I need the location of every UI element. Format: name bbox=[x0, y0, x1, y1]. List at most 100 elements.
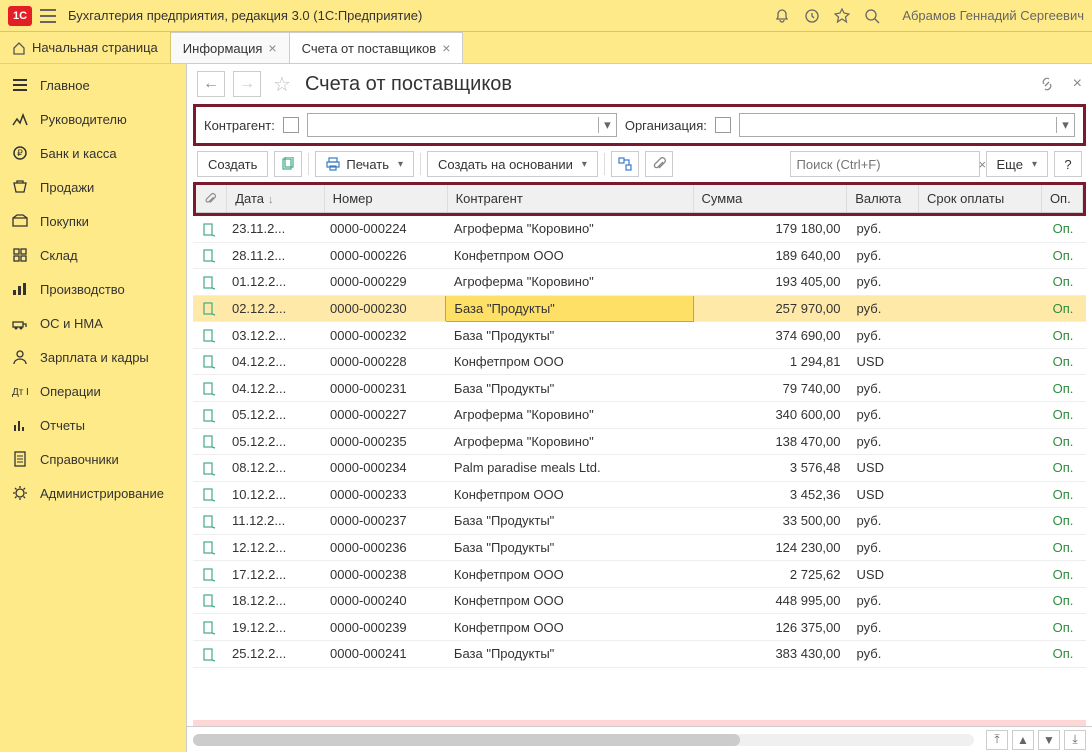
table-row[interactable]: 02.12.2...0000-000230База "Продукты"257 … bbox=[193, 295, 1086, 322]
cell-icon bbox=[193, 481, 224, 508]
print-button[interactable]: Печать ▾ bbox=[315, 151, 414, 177]
cell-date: 18.12.2... bbox=[224, 587, 322, 614]
organization-checkbox[interactable] bbox=[715, 117, 731, 133]
sidebar-item-8[interactable]: Зарплата и кадры bbox=[0, 340, 186, 374]
nav-back-button[interactable]: ← bbox=[197, 71, 225, 97]
sidebar-item-0[interactable]: Главное bbox=[0, 68, 186, 102]
organization-input[interactable] bbox=[740, 114, 1056, 136]
main-menu-icon[interactable] bbox=[40, 9, 56, 23]
sidebar-item-2[interactable]: ₽Банк и касса bbox=[0, 136, 186, 170]
sidebar-item-label: ОС и НМА bbox=[40, 316, 103, 331]
cell-due bbox=[921, 561, 1045, 588]
h-scrollbar[interactable] bbox=[193, 734, 974, 746]
sidebar-item-label: Справочники bbox=[40, 452, 119, 467]
organization-combo[interactable]: ▾ bbox=[739, 113, 1075, 137]
cell-date: 04.12.2... bbox=[224, 375, 322, 402]
sidebar-item-9[interactable]: Дт КтОперации bbox=[0, 374, 186, 408]
sidebar-item-4[interactable]: Покупки bbox=[0, 204, 186, 238]
table-row[interactable]: 08.12.2...0000-000234Palm paradise meals… bbox=[193, 455, 1086, 482]
star-icon[interactable] bbox=[834, 8, 850, 24]
table-row[interactable]: 01.12.2...0000-000229Агроферма "Коровино… bbox=[193, 269, 1086, 296]
help-button[interactable]: ? bbox=[1054, 151, 1082, 177]
col-attach[interactable] bbox=[196, 185, 227, 213]
close-page-icon[interactable]: × bbox=[1073, 75, 1082, 93]
cell-counterparty: Конфетпром ООО bbox=[446, 242, 694, 269]
history-icon[interactable] bbox=[804, 8, 820, 24]
link-icon[interactable] bbox=[1039, 76, 1055, 92]
table-row[interactable]: 03.12.2...0000-000232База "Продукты"374 … bbox=[193, 322, 1086, 349]
cell-number: 0000-000230 bbox=[322, 295, 446, 322]
table-row[interactable]: 18.12.2...0000-000240Конфетпром ООО448 9… bbox=[193, 587, 1086, 614]
scrollbar-thumb[interactable] bbox=[193, 734, 740, 746]
counterparty-combo[interactable]: ▾ bbox=[307, 113, 617, 137]
cell-due bbox=[921, 455, 1045, 482]
col-currency[interactable]: Валюта bbox=[847, 185, 919, 213]
col-number[interactable]: Номер bbox=[324, 185, 447, 213]
sidebar-item-7[interactable]: ОС и НМА bbox=[0, 306, 186, 340]
nav-first-button[interactable]: ⤒ bbox=[986, 730, 1008, 750]
create-based-on-button[interactable]: Создать на основании ▾ bbox=[427, 151, 598, 177]
cell-date: 11.12.2... bbox=[224, 508, 322, 535]
search-icon[interactable] bbox=[864, 8, 880, 24]
bell-icon[interactable] bbox=[774, 8, 790, 24]
attachment-button[interactable] bbox=[645, 151, 673, 177]
favorite-star-icon[interactable]: ☆ bbox=[273, 72, 291, 97]
sidebar-item-5[interactable]: Склад bbox=[0, 238, 186, 272]
copy-button[interactable] bbox=[274, 151, 302, 177]
col-counterparty[interactable]: Контрагент bbox=[447, 185, 693, 213]
chevron-down-icon[interactable]: ▾ bbox=[598, 117, 616, 133]
table-row[interactable]: 23.11.2...0000-000224Агроферма "Коровино… bbox=[193, 216, 1086, 242]
create-button[interactable]: Создать bbox=[197, 151, 268, 177]
sidebar-item-6[interactable]: Производство bbox=[0, 272, 186, 306]
cell-number: 0000-000236 bbox=[322, 534, 446, 561]
close-icon[interactable]: × bbox=[268, 40, 276, 56]
tab-supplier-invoices[interactable]: Счета от поставщиков × bbox=[290, 32, 464, 63]
table-row[interactable]: 04.12.2...0000-000228Конфетпром ООО1 294… bbox=[193, 348, 1086, 375]
sidebar-item-1[interactable]: Руководителю bbox=[0, 102, 186, 136]
col-status[interactable]: Оп. bbox=[1041, 185, 1082, 213]
table-row[interactable]: 28.11.2...0000-000226Конфетпром ООО189 6… bbox=[193, 242, 1086, 269]
sidebar-item-11[interactable]: Справочники bbox=[0, 442, 186, 476]
cell-icon bbox=[193, 561, 224, 588]
counterparty-checkbox[interactable] bbox=[283, 117, 299, 133]
user-name[interactable]: Абрамов Геннадий Сергеевич bbox=[902, 8, 1084, 23]
search-box[interactable]: × bbox=[790, 151, 980, 177]
table-row[interactable]: 17.12.2...0000-000238Конфетпром ООО2 725… bbox=[193, 561, 1086, 588]
table-row[interactable]: 25.12.2...0000-000241База "Продукты"383 … bbox=[193, 641, 1086, 668]
table-body-wrap[interactable]: 23.11.2...0000-000224Агроферма "Коровино… bbox=[193, 216, 1086, 720]
chevron-down-icon: ▾ bbox=[582, 159, 587, 170]
app-logo: 1C bbox=[8, 6, 32, 26]
close-icon[interactable]: × bbox=[442, 40, 450, 56]
cell-icon bbox=[193, 401, 224, 428]
table-row[interactable]: 04.12.2...0000-000231База "Продукты"79 7… bbox=[193, 375, 1086, 402]
table-row[interactable]: 10.12.2...0000-000233Конфетпром ООО3 452… bbox=[193, 481, 1086, 508]
table-row[interactable]: 05.12.2...0000-000227Агроферма "Коровино… bbox=[193, 401, 1086, 428]
table-row[interactable]: 05.12.2...0000-000235Агроферма "Коровино… bbox=[193, 428, 1086, 455]
tab-information[interactable]: Информация × bbox=[171, 32, 290, 63]
tab-home[interactable]: Начальная страница bbox=[0, 32, 171, 63]
search-input[interactable] bbox=[791, 157, 979, 172]
cell-counterparty: Агроферма "Коровино" bbox=[446, 428, 694, 455]
nav-last-button[interactable]: ⤓ bbox=[1064, 730, 1086, 750]
cell-sum: 79 740,00 bbox=[694, 375, 849, 402]
related-docs-button[interactable] bbox=[611, 151, 639, 177]
cell-icon bbox=[193, 587, 224, 614]
table-row[interactable]: 11.12.2...0000-000237База "Продукты"33 5… bbox=[193, 508, 1086, 535]
chevron-down-icon[interactable]: ▾ bbox=[1056, 117, 1074, 133]
nav-up-button[interactable]: ▲ bbox=[1012, 730, 1034, 750]
cell-counterparty: База "Продукты" bbox=[446, 322, 694, 349]
nav-down-button[interactable]: ▼ bbox=[1038, 730, 1060, 750]
cell-icon bbox=[193, 295, 224, 322]
col-due-date[interactable]: Срок оплаты bbox=[918, 185, 1041, 213]
sidebar-item-10[interactable]: Отчеты bbox=[0, 408, 186, 442]
col-date[interactable]: Дата↓ bbox=[227, 185, 324, 213]
more-button[interactable]: Еще▾ bbox=[986, 151, 1048, 177]
sidebar-item-3[interactable]: Продажи bbox=[0, 170, 186, 204]
nav-forward-button[interactable]: → bbox=[233, 71, 261, 97]
sidebar-item-12[interactable]: Администрирование bbox=[0, 476, 186, 510]
table-row[interactable]: 19.12.2...0000-000239Конфетпром ООО126 3… bbox=[193, 614, 1086, 641]
table-row[interactable]: 12.12.2...0000-000236База "Продукты"124 … bbox=[193, 534, 1086, 561]
col-sum[interactable]: Сумма bbox=[693, 185, 847, 213]
cell-number: 0000-000227 bbox=[322, 401, 446, 428]
counterparty-input[interactable] bbox=[308, 114, 598, 136]
